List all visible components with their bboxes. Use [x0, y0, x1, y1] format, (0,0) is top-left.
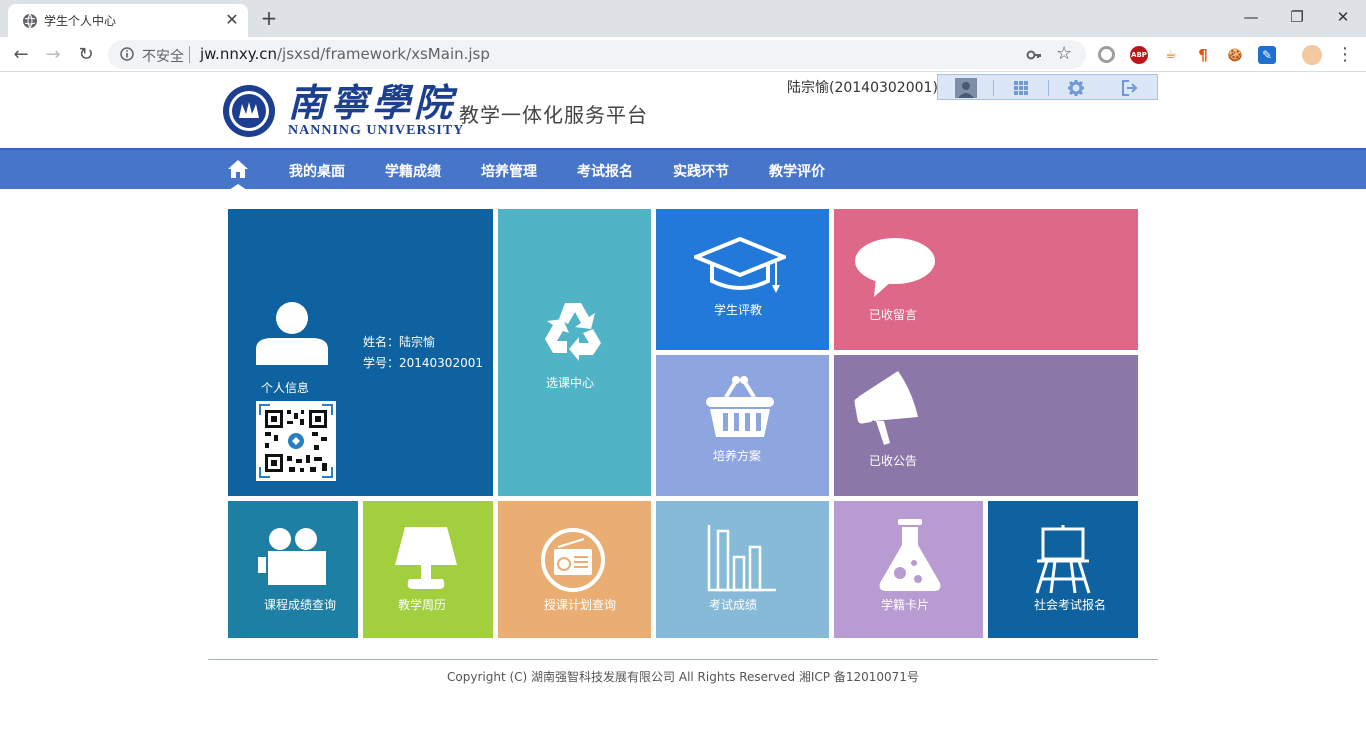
browser-toolbar: ← → ↻ 不安全 jw.nnxy.cn/jsxsd/framework/xsM…: [0, 37, 1366, 72]
tile-course-select[interactable]: 选课中心: [498, 209, 651, 496]
tile-training-plan[interactable]: 培养方案: [656, 355, 829, 496]
toolbar-divider: [1048, 80, 1049, 96]
settings-gear-icon[interactable]: [1066, 78, 1086, 98]
tile-calendar[interactable]: 教学周历: [363, 501, 493, 638]
tile-exam-grades-label: 考试成绩: [709, 598, 758, 612]
toolbar-divider: [993, 80, 994, 96]
nav-exam-registration[interactable]: 考试报名: [577, 161, 633, 181]
apps-grid-icon[interactable]: [1011, 78, 1031, 98]
student-id: 学号：20140302001: [363, 356, 483, 370]
tab-title: 学生个人中心: [44, 14, 117, 28]
easel-icon: [1035, 525, 1091, 594]
tile-messages[interactable]: 已收留言: [834, 209, 1138, 350]
speech-bubble-icon: [855, 238, 935, 297]
abp-extension-icon[interactable]: ABP: [1130, 46, 1148, 64]
tile-social-exam-label: 社会考试报名: [1034, 598, 1107, 612]
main-nav: 我的桌面 学籍成绩 培养管理 考试报名 实践环节 教学评价: [0, 148, 1366, 190]
recycle-icon: [545, 303, 601, 361]
nav-status-grades[interactable]: 学籍成绩: [385, 161, 441, 181]
tile-evaluation-label: 学生评教: [714, 303, 763, 317]
student-name: 姓名：陆宗愉: [363, 335, 436, 349]
qr-code-icon: [256, 401, 336, 481]
user-avatar-icon[interactable]: [955, 78, 977, 98]
not-secure-label: 不安全: [142, 49, 184, 65]
tile-profile-label: 个人信息: [261, 381, 310, 395]
tile-notices-label: 已收公告: [869, 454, 918, 468]
url-text[interactable]: jw.nnxy.cn/jsxsd/framework/xsMain.jsp: [200, 45, 490, 63]
tile-evaluation[interactable]: 学生评教: [656, 209, 829, 350]
site-header: 南寧學院 NANNING UNIVERSITY 教学一体化服务平台 陆宗愉(20…: [0, 73, 1366, 148]
bar-chart-icon: [707, 525, 776, 592]
info-icon[interactable]: [120, 47, 134, 61]
edit-extension-icon[interactable]: ✎: [1258, 46, 1276, 64]
cookie-extension-icon[interactable]: 🍪: [1226, 46, 1244, 64]
logout-icon[interactable]: [1119, 78, 1139, 98]
tile-training-plan-label: 培养方案: [713, 449, 762, 463]
tile-lesson-plan-label: 授课计划查询: [544, 598, 617, 612]
maximize-button[interactable]: ❐: [1274, 4, 1320, 32]
university-seal-logo: [223, 85, 275, 137]
back-button[interactable]: ←: [8, 42, 34, 68]
reload-button[interactable]: ↻: [73, 42, 99, 68]
tile-exam-grades[interactable]: 考试成绩: [656, 501, 829, 638]
forward-button[interactable]: →: [40, 42, 66, 68]
nav-teaching-evaluation[interactable]: 教学评价: [769, 161, 825, 181]
nav-practice[interactable]: 实践环节: [673, 161, 729, 181]
nav-training-management[interactable]: 培养管理: [481, 161, 537, 181]
tile-course-grades-label: 课程成绩查询: [264, 598, 337, 612]
school-name-cn: 南寧學院: [288, 80, 457, 125]
tile-lesson-plan[interactable]: 授课计划查询: [498, 501, 651, 638]
footer-divider: [208, 659, 1158, 660]
platform-title: 教学一体化服务平台: [459, 103, 648, 127]
close-tab-icon[interactable]: ✕: [222, 10, 242, 30]
key-icon[interactable]: [1026, 47, 1042, 63]
paragraph-extension-icon[interactable]: ¶: [1194, 46, 1212, 64]
user-icon: [256, 302, 328, 365]
tile-student-card[interactable]: 学籍卡片: [834, 501, 983, 638]
tile-calendar-label: 教学周历: [398, 598, 447, 612]
new-tab-button[interactable]: +: [257, 7, 281, 31]
address-separator: [189, 46, 190, 63]
basket-icon: [706, 376, 774, 437]
globe-icon: [23, 13, 37, 29]
browser-tab-strip: 学生个人中心 ✕ + — ❐ ✕: [0, 0, 1366, 37]
tile-student-card-label: 学籍卡片: [881, 598, 930, 612]
circle-extension-icon[interactable]: [1098, 46, 1115, 63]
home-icon[interactable]: [227, 159, 249, 179]
java-extension-icon[interactable]: ☕: [1162, 46, 1180, 64]
tile-messages-label: 已收留言: [869, 308, 918, 322]
tile-course-select-label: 选课中心: [546, 376, 595, 390]
megaphone-icon: [854, 371, 918, 445]
minimize-button[interactable]: —: [1228, 4, 1274, 32]
radio-icon: [541, 528, 605, 592]
graduation-cap-icon: [694, 237, 786, 293]
tile-notices[interactable]: 已收公告: [834, 355, 1138, 496]
window-close-button[interactable]: ✕: [1320, 4, 1366, 32]
desk-lamp-icon: [395, 527, 457, 589]
tile-profile[interactable]: 个人信息 姓名：陆宗愉 学号：20140302001: [228, 209, 493, 496]
browser-tab[interactable]: 学生个人中心 ✕: [8, 4, 248, 37]
user-toolbar: [937, 74, 1158, 100]
tile-social-exam[interactable]: 社会考试报名: [988, 501, 1138, 638]
tile-course-grades[interactable]: 课程成绩查询: [228, 501, 358, 638]
bookmark-star-icon[interactable]: ☆: [1056, 43, 1072, 64]
browser-menu-icon[interactable]: ⋮: [1332, 42, 1358, 68]
active-nav-indicator: [229, 184, 247, 190]
url-path: /jsxsd/framework/xsMain.jsp: [276, 45, 490, 63]
video-camera-icon: [258, 528, 326, 585]
lab-flask-icon: [879, 519, 941, 591]
current-user: 陆宗愉(20140302001): [787, 80, 938, 96]
address-bar[interactable]: 不安全 jw.nnxy.cn/jsxsd/framework/xsMain.js…: [108, 40, 1086, 69]
school-name-en: NANNING UNIVERSITY: [288, 123, 465, 138]
url-host: jw.nnxy.cn: [200, 45, 277, 63]
profile-avatar-icon[interactable]: [1302, 45, 1322, 65]
nav-my-desktop[interactable]: 我的桌面: [289, 161, 345, 181]
footer-copyright: Copyright (C) 湖南强智科技发展有限公司 All Rights Re…: [447, 670, 919, 684]
